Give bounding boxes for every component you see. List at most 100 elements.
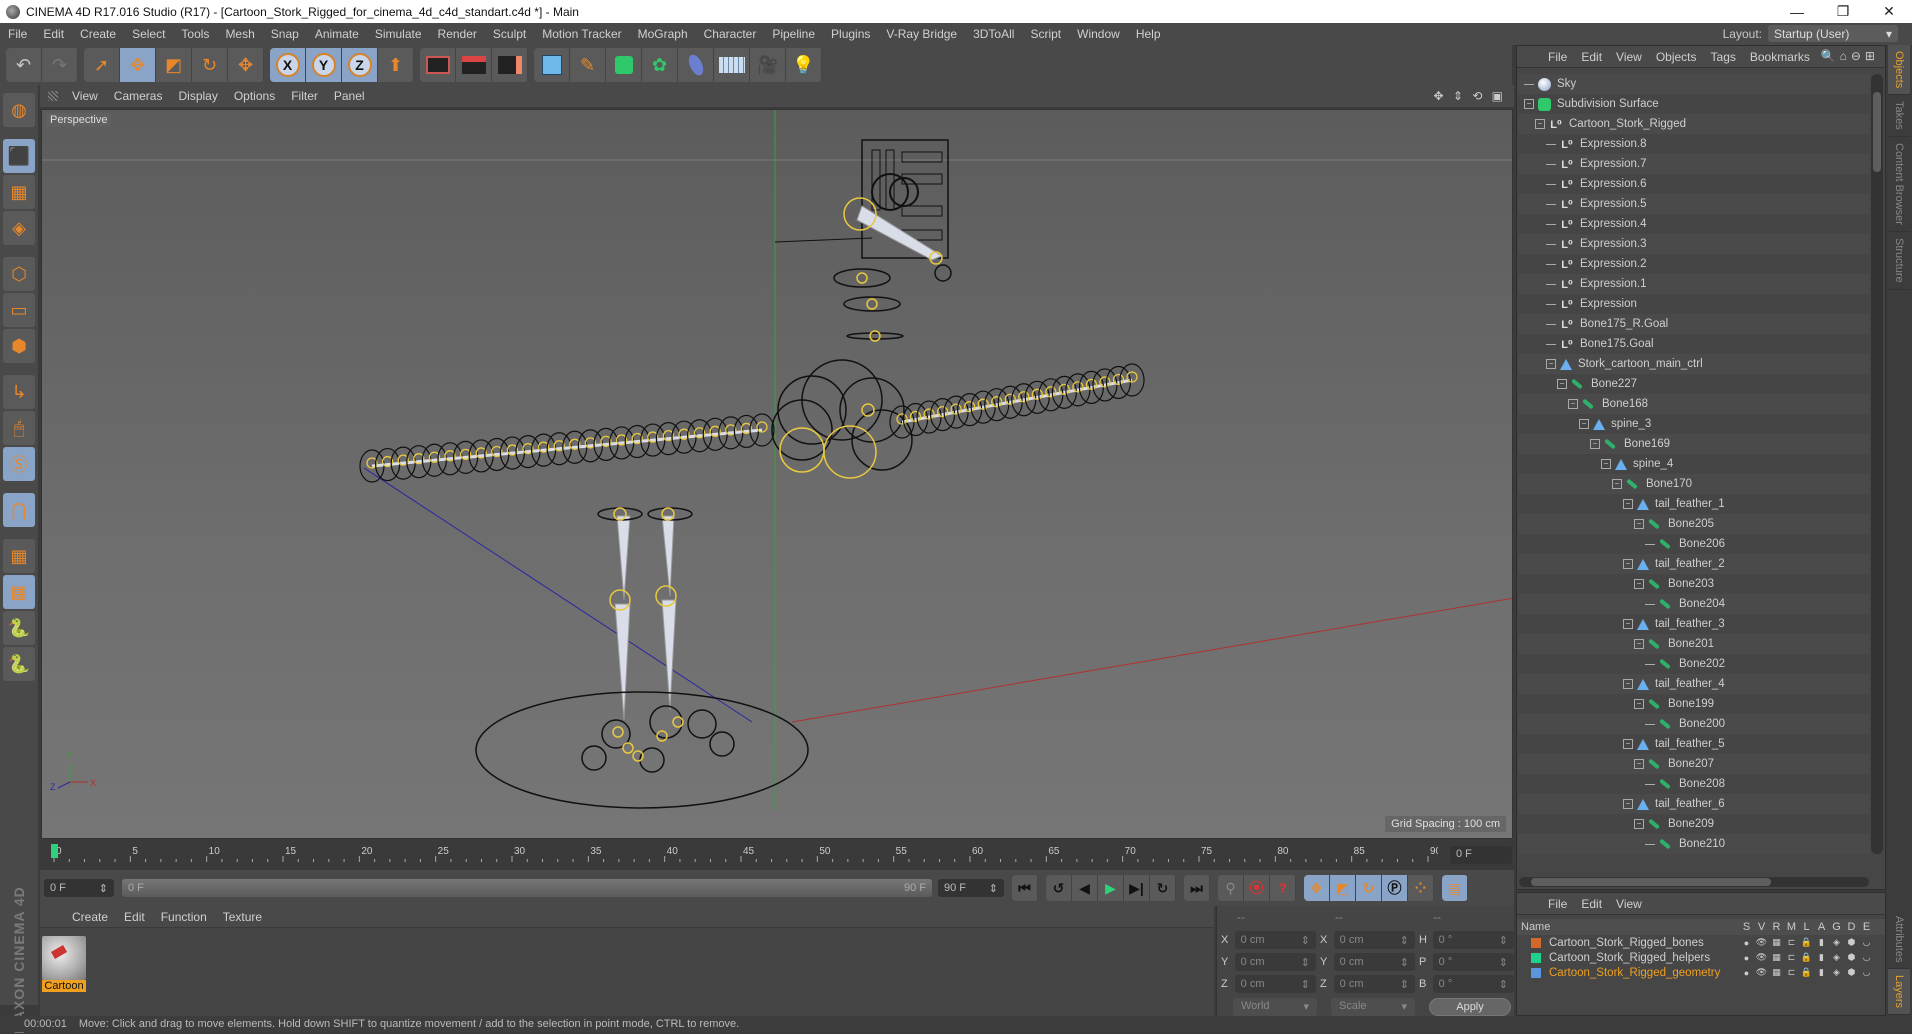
- layer-row[interactable]: Cartoon_Stork_Rigged_bones ● 👁 ▦ ⊏ 🔒 ▮ ◈ ⬢ ◡: [1517, 935, 1885, 950]
- object-menu-objects[interactable]: Objects: [1649, 50, 1704, 64]
- 3d-viewport[interactable]: Perspective Y X Z Grid Spacing: 100 cm: [41, 109, 1513, 839]
- layer-toggle-v[interactable]: 👁: [1754, 967, 1769, 978]
- object-tree-row[interactable]: − tail_feather_1: [1518, 494, 1870, 514]
- object-menu-view[interactable]: View: [1609, 50, 1649, 64]
- viewport-menu-view[interactable]: View: [64, 89, 106, 103]
- object-tree-row[interactable]: − spine_3: [1518, 414, 1870, 434]
- subdivision-button[interactable]: [606, 48, 642, 82]
- object-tree-row[interactable]: Sky: [1518, 74, 1870, 94]
- layer-toggle-g[interactable]: ◈: [1829, 952, 1844, 963]
- snap-button[interactable]: ⋂: [3, 493, 35, 527]
- menu-help[interactable]: Help: [1128, 27, 1169, 41]
- workplane-button[interactable]: ◈: [3, 211, 35, 245]
- layer-color-swatch[interactable]: [1531, 967, 1541, 978]
- key-position-button[interactable]: ✥: [1304, 875, 1330, 901]
- viewport-menu-options[interactable]: Options: [226, 89, 283, 103]
- apply-button[interactable]: Apply: [1429, 998, 1511, 1016]
- layer-column-g[interactable]: G: [1829, 921, 1844, 933]
- object-tree-row[interactable]: L⁰ Bone175_R.Goal: [1518, 314, 1870, 334]
- rotate-button[interactable]: ↻: [192, 48, 228, 82]
- layer-color-swatch[interactable]: [1531, 937, 1541, 948]
- layer-menu-edit[interactable]: Edit: [1574, 897, 1609, 911]
- cloner-button[interactable]: ✿: [642, 48, 678, 82]
- next-key-button[interactable]: ↻: [1150, 875, 1176, 901]
- collapse-icon[interactable]: −: [1557, 379, 1567, 389]
- transform-mode-dropdown[interactable]: Scale ▾: [1331, 998, 1415, 1016]
- menu-motion-tracker[interactable]: Motion Tracker: [534, 27, 629, 41]
- material-menu-edit[interactable]: Edit: [116, 910, 153, 924]
- layer-column-e[interactable]: E: [1859, 921, 1874, 933]
- coordinate-mode-dropdown[interactable]: World ▾: [1233, 998, 1317, 1016]
- layer-toggle-a[interactable]: ▮: [1814, 952, 1829, 963]
- viewport-nav-icons[interactable]: ✥ ⇕ ⟲ ▣: [1433, 89, 1506, 103]
- object-tree-row[interactable]: L⁰ Expression.5: [1518, 194, 1870, 214]
- collapse-icon[interactable]: −: [1634, 819, 1644, 829]
- object-manager-toolbar-icons[interactable]: 🔍⌂⊖⊞: [1821, 49, 1879, 63]
- tweak-mode-button[interactable]: 🖱: [3, 411, 35, 445]
- layer-row[interactable]: Cartoon_Stork_Rigged_helpers ● 👁 ▦ ⊏ 🔒 ▮ ◈ ⬢ ◡: [1517, 950, 1885, 965]
- object-tree-row[interactable]: − L⁰ Cartoon_Stork_Rigged: [1518, 114, 1870, 134]
- collapse-icon[interactable]: −: [1634, 579, 1644, 589]
- object-tree-row[interactable]: − Bone168: [1518, 394, 1870, 414]
- polygons-mode-button[interactable]: ⬢: [3, 329, 35, 363]
- next-frame-button[interactable]: ▶|: [1124, 875, 1150, 901]
- timeline-window-button[interactable]: ▤: [1442, 875, 1468, 901]
- camera-button[interactable]: 🎥: [750, 48, 786, 82]
- collapse-icon[interactable]: −: [1568, 399, 1578, 409]
- layer-color-swatch[interactable]: [1531, 952, 1541, 963]
- collapse-icon[interactable]: −: [1623, 559, 1633, 569]
- python-button-2[interactable]: 🐍: [3, 647, 35, 681]
- collapse-icon[interactable]: −: [1623, 499, 1633, 509]
- panel-grip-icon[interactable]: [48, 91, 58, 101]
- layer-toggle-s[interactable]: ●: [1739, 968, 1754, 978]
- workplane-align-button[interactable]: ▦: [3, 575, 35, 609]
- collapse-icon[interactable]: −: [1634, 759, 1644, 769]
- python-button[interactable]: 🐍: [3, 611, 35, 645]
- menu-render[interactable]: Render: [430, 27, 485, 41]
- undo-button[interactable]: ↶: [6, 48, 42, 82]
- layer-toggle-g[interactable]: ◈: [1829, 967, 1844, 978]
- layer-column-d[interactable]: D: [1844, 921, 1859, 933]
- key-pla-button[interactable]: ⁘: [1408, 875, 1434, 901]
- layer-toggle-a[interactable]: ▮: [1814, 967, 1829, 978]
- side-tab-takes[interactable]: Takes: [1888, 95, 1910, 138]
- coordinate-field[interactable]: 0 cm ⇕: [1333, 953, 1415, 971]
- coordinate-field[interactable]: 0 cm ⇕: [1234, 931, 1316, 949]
- collapse-icon[interactable]: −: [1634, 519, 1644, 529]
- scroll-thumb[interactable]: [1873, 92, 1881, 172]
- layer-column-s[interactable]: S: [1739, 921, 1754, 933]
- recent-tools-button[interactable]: ✥: [228, 48, 264, 82]
- coordinate-field[interactable]: 0 cm ⇕: [1234, 953, 1316, 971]
- object-tree-row[interactable]: L⁰ Expression.2: [1518, 254, 1870, 274]
- deformer-button[interactable]: [678, 48, 714, 82]
- menu-character[interactable]: Character: [696, 27, 765, 41]
- scroll-thumb[interactable]: [1531, 878, 1771, 886]
- layer-toggle-d[interactable]: ⬢: [1844, 952, 1859, 963]
- coordinate-field[interactable]: 0 ° ⇕: [1432, 953, 1514, 971]
- layer-toggle-s[interactable]: ●: [1739, 938, 1754, 948]
- render-view-button[interactable]: [420, 48, 456, 82]
- object-tree-row[interactable]: L⁰ Expression: [1518, 294, 1870, 314]
- layer-toggle-e[interactable]: ◡: [1859, 937, 1874, 948]
- model-mode-button[interactable]: ⬛: [3, 139, 35, 173]
- end-frame-field[interactable]: 90 F ⇕: [938, 879, 1004, 897]
- live-selection-button[interactable]: ➚: [84, 48, 120, 82]
- object-tree-row[interactable]: Bone204: [1518, 594, 1870, 614]
- object-tree-row[interactable]: L⁰ Expression.6: [1518, 174, 1870, 194]
- close-icon[interactable]: ✕: [1866, 0, 1912, 23]
- viewport-menu-filter[interactable]: Filter: [283, 89, 326, 103]
- coordinate-field[interactable]: 0 cm ⇕: [1333, 975, 1415, 993]
- coordinate-system-button[interactable]: ⬆: [378, 48, 414, 82]
- material-swatch[interactable]: Cartoon: [42, 936, 86, 992]
- object-tree-row[interactable]: L⁰ Expression.7: [1518, 154, 1870, 174]
- layout-dropdown[interactable]: Startup (User) ▾: [1768, 25, 1898, 42]
- menu-plugins[interactable]: Plugins: [823, 27, 878, 41]
- go-to-end-button[interactable]: ⏭: [1184, 875, 1210, 901]
- object-tree-row[interactable]: L⁰ Expression.1: [1518, 274, 1870, 294]
- collapse-icon[interactable]: −: [1579, 419, 1589, 429]
- points-mode-button[interactable]: ⬡: [3, 257, 35, 291]
- previous-frame-button[interactable]: ◀: [1072, 875, 1098, 901]
- object-menu-tags[interactable]: Tags: [1704, 50, 1743, 64]
- viewport-menu-panel[interactable]: Panel: [326, 89, 373, 103]
- object-tree-row[interactable]: − Bone201: [1518, 634, 1870, 654]
